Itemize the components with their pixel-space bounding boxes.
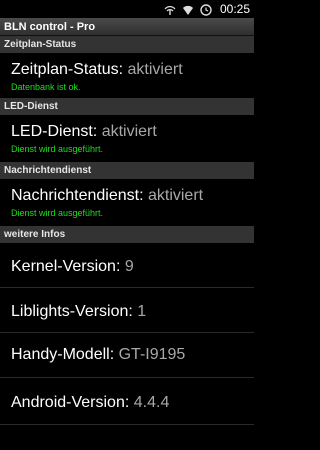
zeitplan-status-summary: Datenbank ist ok. — [11, 82, 81, 92]
handy-modell-label: Handy-Modell: — [11, 346, 115, 363]
zeitplan-status-value: aktiviert — [127, 61, 183, 78]
nachrichtendienst-value: aktiviert — [147, 187, 204, 204]
alarm-icon — [200, 3, 212, 16]
handy-modell-line: Handy-Modell: GT-I9195 — [11, 346, 254, 364]
liblights-version-value: 1 — [137, 303, 147, 320]
list-divider — [0, 287, 254, 288]
nachrichtendienst-label: Nachrichtendienst: — [11, 187, 144, 204]
action-bar: BLN control - Pro — [0, 18, 254, 36]
led-dienst-summary: Dienst wird ausgeführt. — [11, 144, 104, 154]
wifi-icon — [182, 3, 194, 15]
list-divider — [0, 377, 254, 378]
section-header-infos: weitere Infos — [0, 226, 254, 243]
kernel-version-value: 9 — [124, 258, 134, 275]
list-divider — [0, 332, 254, 333]
zeitplan-status-line: Zeitplan-Status: aktiviert — [11, 61, 254, 79]
liblights-version-line: Liblights-Version: 1 — [11, 303, 254, 321]
kernel-version-line: Kernel-Version: 9 — [11, 258, 254, 276]
liblights-version-item[interactable]: Liblights-Version: 1 — [0, 303, 254, 321]
clock: 00:25 — [219, 2, 250, 16]
liblights-version-label: Liblights-Version: — [11, 303, 133, 320]
led-dienst-line: LED-Dienst: aktiviert — [11, 123, 254, 141]
led-dienst-item[interactable]: LED-Dienst: aktiviert Dienst wird ausgef… — [0, 123, 254, 155]
nachrichtendienst-line: Nachrichtendienst: aktiviert — [11, 187, 254, 205]
zeitplan-status-label: Zeitplan-Status: — [11, 61, 124, 78]
kernel-version-item[interactable]: Kernel-Version: 9 — [0, 258, 254, 276]
android-version-item[interactable]: Android-Version: 4.4.4 — [0, 394, 254, 412]
signal-hotspot-icon — [164, 3, 176, 15]
handy-modell-value: GT-I9195 — [118, 346, 186, 363]
android-version-line: Android-Version: 4.4.4 — [11, 394, 254, 412]
handy-modell-item[interactable]: Handy-Modell: GT-I9195 — [0, 346, 254, 364]
list-divider — [0, 424, 254, 425]
section-header-led: LED-Dienst — [0, 98, 254, 115]
zeitplan-status-item[interactable]: Zeitplan-Status: aktiviert Datenbank ist… — [0, 61, 254, 93]
led-dienst-value: aktiviert — [101, 123, 157, 140]
section-header-zeitplan: Zeitplan-Status — [0, 36, 254, 53]
app-title: BLN control - Pro — [4, 20, 96, 33]
nachrichtendienst-summary: Dienst wird ausgeführt. — [11, 208, 104, 218]
section-header-nachrichten: Nachrichtendienst — [0, 162, 254, 179]
android-version-label: Android-Version: — [11, 394, 130, 411]
nachrichtendienst-item[interactable]: Nachrichtendienst: aktiviert Dienst wird… — [0, 187, 254, 219]
status-bar: 00:25 — [0, 0, 254, 18]
kernel-version-label: Kernel-Version: — [11, 258, 121, 275]
android-version-value: 4.4.4 — [133, 394, 170, 411]
led-dienst-label: LED-Dienst: — [11, 123, 98, 140]
